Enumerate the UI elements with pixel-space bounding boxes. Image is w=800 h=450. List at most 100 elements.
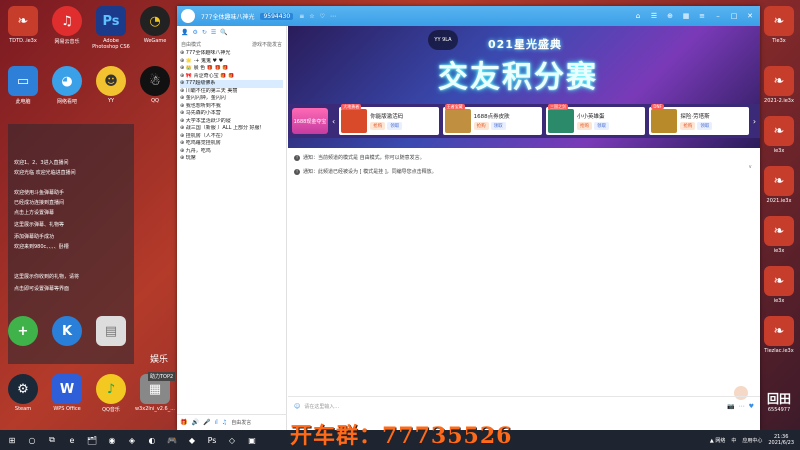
app-icon[interactable]: ◈ bbox=[126, 434, 138, 446]
emoji-icon[interactable]: ☺ bbox=[294, 403, 300, 410]
gift-button[interactable]: 领取 bbox=[594, 122, 610, 130]
mic-icon[interactable]: 🎤 bbox=[203, 419, 210, 426]
app-icon[interactable]: ◇ bbox=[226, 434, 238, 446]
buy-button[interactable]: 抢购 bbox=[370, 122, 386, 130]
grid-icon[interactable]: ▦ bbox=[680, 10, 692, 22]
chevron-left-icon[interactable]: ‹ bbox=[332, 117, 335, 126]
channel-tree-row[interactable]: ⊕ 大学本里活跃少的寝 bbox=[180, 118, 283, 126]
home-icon[interactable]: ⌂ bbox=[632, 10, 644, 22]
promo-card[interactable]: 大地勇者 你能版激活码 抢购 领取 bbox=[339, 104, 439, 135]
gift-button[interactable]: 领取 bbox=[490, 122, 506, 130]
chevron-right-icon[interactable]: › bbox=[753, 117, 756, 126]
promo-card[interactable]: 王者宝藏 1688点券皮肤 抢购 领取 bbox=[442, 104, 543, 135]
desktop-icon-wps[interactable]: W WPS Office bbox=[46, 374, 88, 412]
desktop-icon-qqmusic[interactable]: ♪ QQ音乐 bbox=[90, 374, 132, 413]
more-icon[interactable]: ⋯ bbox=[330, 13, 336, 20]
channel-avatar[interactable] bbox=[181, 9, 195, 23]
channel-tree-row[interactable]: ⊕ 挂机房（人不在） bbox=[180, 133, 283, 141]
desktop-icon-right-5[interactable]: ❧ ie3x bbox=[758, 216, 800, 254]
task-view-icon[interactable]: ⧉ bbox=[46, 434, 58, 446]
app-icon[interactable]: ◐ bbox=[146, 434, 158, 446]
channel-tree-row[interactable]: ⊕ 玩席 bbox=[180, 155, 283, 163]
game-icon[interactable]: ⊕ bbox=[664, 10, 676, 22]
gift-button[interactable]: 领取 bbox=[697, 122, 713, 130]
channel-tree-row[interactable]: ⊕ 九舟，吃鸡 bbox=[180, 148, 283, 156]
settings-icon[interactable]: ⚙ bbox=[192, 29, 197, 36]
channel-tree-row[interactable]: ⊕ 我也想听到不我 bbox=[180, 103, 283, 111]
channel-tree-row[interactable]: ⊕ 777全体趣味八神光 bbox=[180, 50, 283, 58]
gift-button[interactable]: 领取 bbox=[387, 122, 403, 130]
search-icon[interactable]: ○ bbox=[26, 434, 38, 446]
refresh-icon[interactable]: ↻ bbox=[202, 29, 207, 36]
promo-card[interactable]: 三国之剑 小小英雄蛋 抢购 领取 bbox=[546, 104, 646, 135]
desktop-icon-wegame[interactable]: ◔ WeGame bbox=[134, 6, 176, 44]
desktop-icon-right-1[interactable]: ❧ Tie3x bbox=[758, 6, 800, 44]
browser-icon[interactable]: e bbox=[66, 434, 78, 446]
network-tray[interactable]: ▲ 网络 bbox=[710, 437, 725, 444]
desktop-icon-steam[interactable]: ⚙ Steam bbox=[2, 374, 44, 412]
more-icon[interactable]: ⋯ bbox=[739, 403, 745, 410]
ime-tray[interactable]: 中 bbox=[731, 437, 736, 444]
channel-tree-row[interactable]: ⊕ 金闪闪钟，金闪闪 bbox=[180, 95, 283, 103]
desktop-icon-tdtd[interactable]: ❧ TDTD..ie3x bbox=[2, 6, 44, 44]
app-icon[interactable]: ▣ bbox=[246, 434, 258, 446]
app-center-tray[interactable]: 应用中心 bbox=[742, 437, 762, 444]
minimize-icon[interactable]: – bbox=[712, 10, 724, 22]
free-speak-label[interactable]: 自由发言 bbox=[231, 419, 251, 426]
heart-icon[interactable]: ♡ bbox=[320, 13, 325, 20]
search-icon[interactable]: 🔍 bbox=[220, 29, 227, 36]
buy-button[interactable]: 抢购 bbox=[577, 122, 593, 130]
desktop-icon-yy[interactable]: ☻ YY bbox=[90, 66, 132, 104]
start-icon[interactable]: ⊞ bbox=[6, 434, 18, 446]
desktop-icon-right-2[interactable]: ❧ 2021-2.ie3x bbox=[758, 66, 800, 104]
chrome-icon[interactable]: ◉ bbox=[106, 434, 118, 446]
desktop-icon-plus[interactable]: + bbox=[2, 316, 44, 348]
channel-mode-label[interactable]: 自由模式 bbox=[181, 41, 201, 48]
channel-tree-row[interactable]: ⊕ 马先森的小本营 bbox=[180, 110, 283, 118]
channel-tree-row[interactable]: ⊕ 👑 晨 色 🎁 🎁 🎁 bbox=[180, 65, 283, 73]
desktop-icon-photoshop[interactable]: Ps Adobe Photoshop CS6 bbox=[90, 6, 132, 50]
desktop-icon-right-6[interactable]: ❧ ie3x bbox=[758, 266, 800, 304]
buy-button[interactable]: 抢购 bbox=[473, 122, 489, 130]
desktop-icon-pc[interactable]: ▭ 此电脑 bbox=[2, 66, 44, 105]
star-icon[interactable]: ☆ bbox=[309, 13, 314, 20]
event-banner[interactable]: YY 9LA 021星光盛典 交友积分赛 1688现金夺宝 ‹ 大地勇者 你能版… bbox=[288, 26, 760, 148]
list-icon[interactable]: ☰ bbox=[211, 29, 216, 36]
photoshop-icon[interactable]: Ps bbox=[206, 434, 218, 446]
buy-button[interactable]: 抢购 bbox=[680, 122, 696, 130]
list-icon[interactable]: ☰ bbox=[648, 10, 660, 22]
channel-tree-row[interactable]: ⊕ 🎀 青涩奇心宝 🎁 🎁 bbox=[180, 73, 283, 81]
hamburger-icon[interactable]: ≡ bbox=[696, 10, 708, 22]
desktop-icon-qq[interactable]: ☃ QQ bbox=[134, 66, 176, 104]
user-icon[interactable]: 👤 bbox=[181, 29, 188, 36]
gift-icon[interactable]: 🎁 bbox=[180, 419, 187, 426]
desktop-icon-bubble[interactable]: ◕ 网络看吧 bbox=[46, 66, 88, 105]
desktop-icon-cloudmusic[interactable]: ♫ 网易云音乐 bbox=[46, 6, 88, 45]
chat-input[interactable]: 请在这里输入... bbox=[304, 403, 339, 410]
promo-card[interactable]: DNF 探险·劳塔斯 抢购 领取 bbox=[649, 104, 749, 135]
desktop-icon-right-3[interactable]: ❧ ie3x bbox=[758, 116, 800, 154]
menu-icon[interactable]: ≡ bbox=[299, 13, 304, 20]
desktop-icon-right-4[interactable]: ❧ 2021.ie3x bbox=[758, 166, 800, 204]
promo-tag[interactable]: 1688现金夺宝 bbox=[292, 108, 328, 134]
folder-icon[interactable]: 🗂 bbox=[86, 434, 98, 446]
screenshot-icon[interactable]: 📷 bbox=[727, 403, 734, 410]
channel-tree-row[interactable]: ⊕ 川霸不住的第三天 美丽 bbox=[180, 88, 283, 96]
channel-tree-row[interactable]: ⊕ 战三国（新服 ）ALL 上部分 好服！ bbox=[180, 125, 283, 133]
close-icon[interactable]: ✕ bbox=[744, 10, 756, 22]
desktop-icon-right-7[interactable]: ❧ Tiezlac.ie3x bbox=[758, 316, 800, 354]
like-icon[interactable]: ♥ bbox=[749, 403, 754, 410]
game-icon[interactable]: 🎮 bbox=[166, 434, 178, 446]
music-icon[interactable]: ♫ bbox=[222, 419, 227, 426]
channel-tree-row[interactable]: ⊕ 🌟 ·+ 鬼鬼 ♥ ♥ bbox=[180, 58, 283, 66]
channel-tree-row-selected[interactable]: ⊕ 777超级佛系 bbox=[180, 80, 283, 88]
chevron-down-icon[interactable]: ∨ bbox=[748, 164, 752, 170]
level-icon[interactable]: ıl bbox=[214, 419, 217, 426]
clock[interactable]: 21:36 2021/6/23 bbox=[768, 434, 794, 446]
maximize-icon[interactable]: □ bbox=[728, 10, 740, 22]
desktop-icon-k[interactable]: K bbox=[46, 316, 88, 348]
app-icon[interactable]: ◆ bbox=[186, 434, 198, 446]
channel-tree-row[interactable]: ⊕ 吃鸡睡觉挂机房 bbox=[180, 140, 283, 148]
desktop-icon-doc[interactable]: ▤ bbox=[90, 316, 132, 348]
speaker-icon[interactable]: 🔊 bbox=[191, 419, 198, 426]
